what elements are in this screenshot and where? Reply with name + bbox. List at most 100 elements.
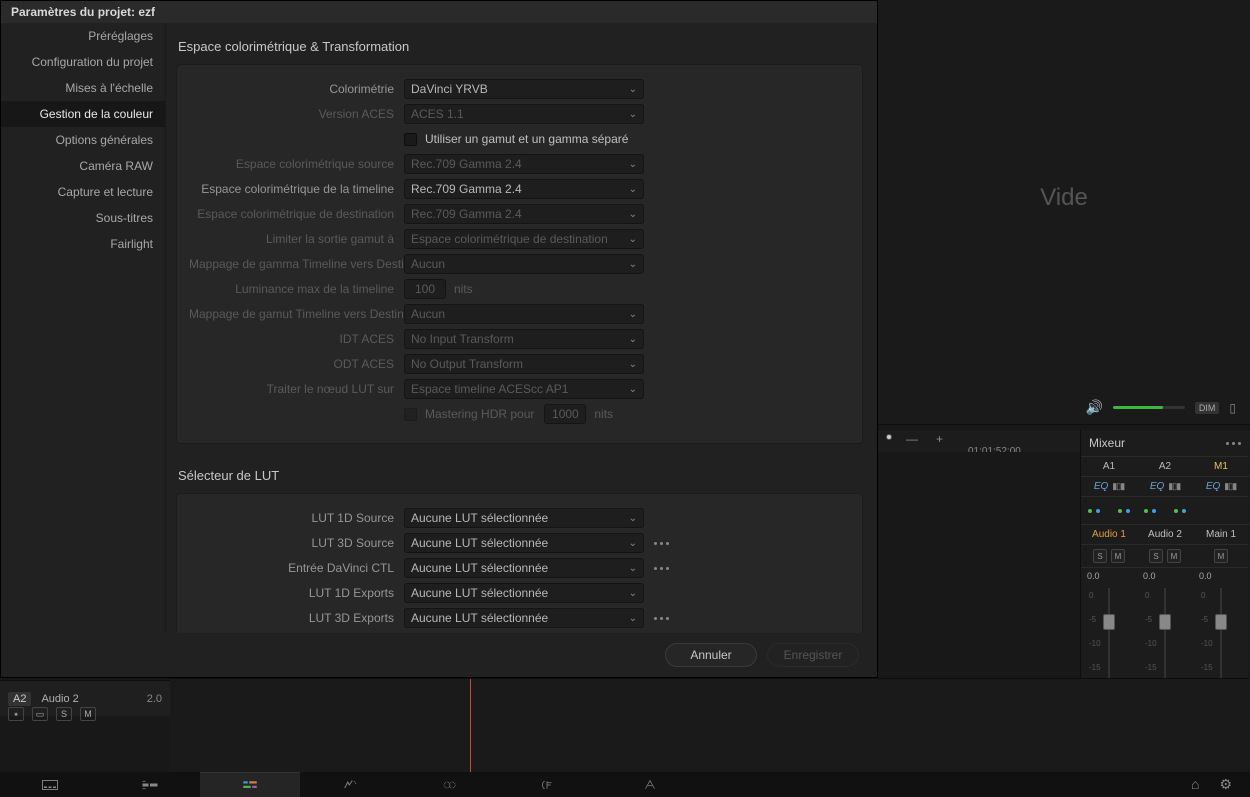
chevron-down-icon: ⌄ [629, 563, 637, 574]
lut-label-4: LUT 3D Exports [189, 611, 404, 625]
channel-name: Main 1 [1193, 525, 1249, 545]
lock-icon[interactable]: ⭑ [8, 707, 24, 721]
label-aces-version: Version ACES [189, 107, 404, 121]
lut-more-icon[interactable] [654, 567, 669, 570]
label-gamma-map: Mappage de gamma Timeline vers Destina. [189, 257, 404, 271]
meter-icon[interactable]: ▯ [1229, 401, 1236, 415]
lut-select-4[interactable]: Aucune LUT sélectionnée⌄ [404, 608, 644, 628]
label-hdr: Mastering HDR pour [425, 407, 534, 421]
channel-id[interactable]: A2 [1137, 457, 1193, 477]
playhead[interactable] [470, 679, 471, 772]
pan-control[interactable] [1137, 497, 1193, 525]
solo-button[interactable]: S [56, 707, 72, 721]
channel-id[interactable]: A1 [1081, 457, 1137, 477]
sidebar-item-3[interactable]: Gestion de la couleur [1, 101, 165, 127]
label-cs-source: Espace colorimétrique source [189, 157, 404, 171]
chevron-down-icon: ⌄ [629, 384, 637, 395]
label-idt: IDT ACES [189, 332, 404, 346]
chevron-down-icon: ⌄ [629, 234, 637, 245]
channel-id[interactable]: M1 [1193, 457, 1249, 477]
page-tab-fusion[interactable] [300, 772, 400, 797]
sidebar-item-0[interactable]: Préréglages [1, 23, 165, 49]
label-lut-node: Traiter le nœud LUT sur [189, 382, 404, 396]
lut-more-icon[interactable] [654, 617, 669, 620]
record-icon[interactable]: ▭ [32, 707, 48, 721]
page-tab-edit[interactable] [200, 772, 300, 797]
lut-select-1[interactable]: Aucune LUT sélectionnée⌄ [404, 533, 644, 553]
settings-icon[interactable]: ⚙ [1219, 776, 1232, 793]
eq-button[interactable]: EQ▮▯▮ [1137, 477, 1193, 497]
pan-control[interactable] [1081, 497, 1137, 525]
section-header-colorspace: Espace colorimétrique & Transformation [176, 33, 863, 64]
lut-panel: LUT 1D SourceAucune LUT sélectionnée⌄LUT… [176, 493, 863, 633]
sidebar-item-6[interactable]: Capture et lecture [1, 179, 165, 205]
marker-icon[interactable] [886, 434, 892, 440]
chevron-down-icon: ⌄ [629, 109, 637, 120]
audio-track-controls: ⭑ ▭ S M [0, 702, 170, 726]
dim-button[interactable]: DIM [1195, 402, 1220, 414]
page-tab-media[interactable] [0, 772, 100, 797]
chevron-down-icon: ⌄ [629, 359, 637, 370]
mute-button[interactable]: M [1214, 549, 1228, 563]
pan-control[interactable] [1193, 497, 1249, 525]
settings-sidebar: PréréglagesConfiguration du projetMises … [1, 23, 166, 633]
mute-button[interactable]: M [1167, 549, 1181, 563]
section-header-lut: Sélecteur de LUT [176, 462, 863, 493]
colorspace-panel: Colorimétrie DaVinci YRVB ⌄ Version ACES… [176, 64, 863, 444]
select-gamut-map: Aucun⌄ [404, 304, 644, 324]
mixer-title: Mixeur [1089, 436, 1125, 450]
label-odt: ODT ACES [189, 357, 404, 371]
volume-slider[interactable] [1113, 406, 1185, 409]
sidebar-item-1[interactable]: Configuration du projet [1, 49, 165, 75]
eq-button[interactable]: EQ▮▯▮ [1193, 477, 1249, 497]
add-marker-icon[interactable]: + [936, 432, 943, 446]
select-odt: No Output Transform⌄ [404, 354, 644, 374]
label-separate-gamut: Utiliser un gamut et un gamma séparé [425, 132, 628, 146]
sidebar-item-4[interactable]: Options générales [1, 127, 165, 153]
label-limit-gamut: Limiter la sortie gamut à [189, 232, 404, 246]
sidebar-item-2[interactable]: Mises à l'échelle [1, 75, 165, 101]
eq-button[interactable]: EQ▮▯▮ [1081, 477, 1137, 497]
cancel-button[interactable]: Annuler [665, 643, 757, 667]
mixer-menu-icon[interactable] [1226, 442, 1241, 445]
solo-button[interactable]: S [1093, 549, 1107, 563]
settings-main: Espace colorimétrique & Transformation C… [166, 23, 877, 633]
sidebar-item-5[interactable]: Caméra RAW [1, 153, 165, 179]
channel-name: Audio 2 [1137, 525, 1193, 545]
select-colorimetry[interactable]: DaVinci YRVB ⌄ [404, 79, 644, 99]
page-tab-fairlight[interactable] [500, 772, 600, 797]
page-tab-color[interactable] [400, 772, 500, 797]
viewer-panel: Vide [878, 0, 1250, 395]
dialog-title: Paramètres du projet: ezf [1, 1, 877, 23]
lut-select-0[interactable]: Aucune LUT sélectionnée⌄ [404, 508, 644, 528]
lut-select-2[interactable]: Aucune LUT sélectionnée⌄ [404, 558, 644, 578]
channel-db: 0.0 [1081, 568, 1137, 584]
page-tab-cut[interactable] [100, 772, 200, 797]
page-tab-deliver[interactable] [600, 772, 700, 797]
mute-button[interactable]: M [80, 707, 96, 721]
lut-label-1: LUT 3D Source [189, 536, 404, 550]
chevron-down-icon: ⌄ [629, 538, 637, 549]
chevron-down-icon: ⌄ [629, 259, 637, 270]
label-lum-max: Luminance max de la timeline [189, 282, 404, 296]
select-gamma-map: Aucun⌄ [404, 254, 644, 274]
label-gamut-map: Mappage de gamut Timeline vers Destina. [189, 307, 404, 321]
lut-select-3[interactable]: Aucune LUT sélectionnée⌄ [404, 583, 644, 603]
sidebar-item-7[interactable]: Sous-titres [1, 205, 165, 231]
select-cs-dest: Rec.709 Gamma 2.4⌄ [404, 204, 644, 224]
select-lut-node: Espace timeline ACEScc AP1⌄ [404, 379, 644, 399]
select-aces-version: ACES 1.1 ⌄ [404, 104, 644, 124]
timeline-track-area[interactable] [170, 678, 1250, 772]
sidebar-item-8[interactable]: Fairlight [1, 231, 165, 257]
chevron-down-icon: ⌄ [629, 159, 637, 170]
checkbox-separate-gamut[interactable] [404, 133, 417, 146]
mute-button[interactable]: M [1111, 549, 1125, 563]
lut-label-0: LUT 1D Source [189, 511, 404, 525]
lut-more-icon[interactable] [654, 542, 669, 545]
speaker-icon[interactable]: 🔊 [1085, 399, 1102, 416]
home-icon[interactable]: ⌂ [1191, 776, 1199, 793]
solo-button[interactable]: S [1149, 549, 1163, 563]
select-limit-gamut: Espace colorimétrique de destination⌄ [404, 229, 644, 249]
select-cs-timeline[interactable]: Rec.709 Gamma 2.4⌄ [404, 179, 644, 199]
chevron-down-icon: ⌄ [629, 513, 637, 524]
